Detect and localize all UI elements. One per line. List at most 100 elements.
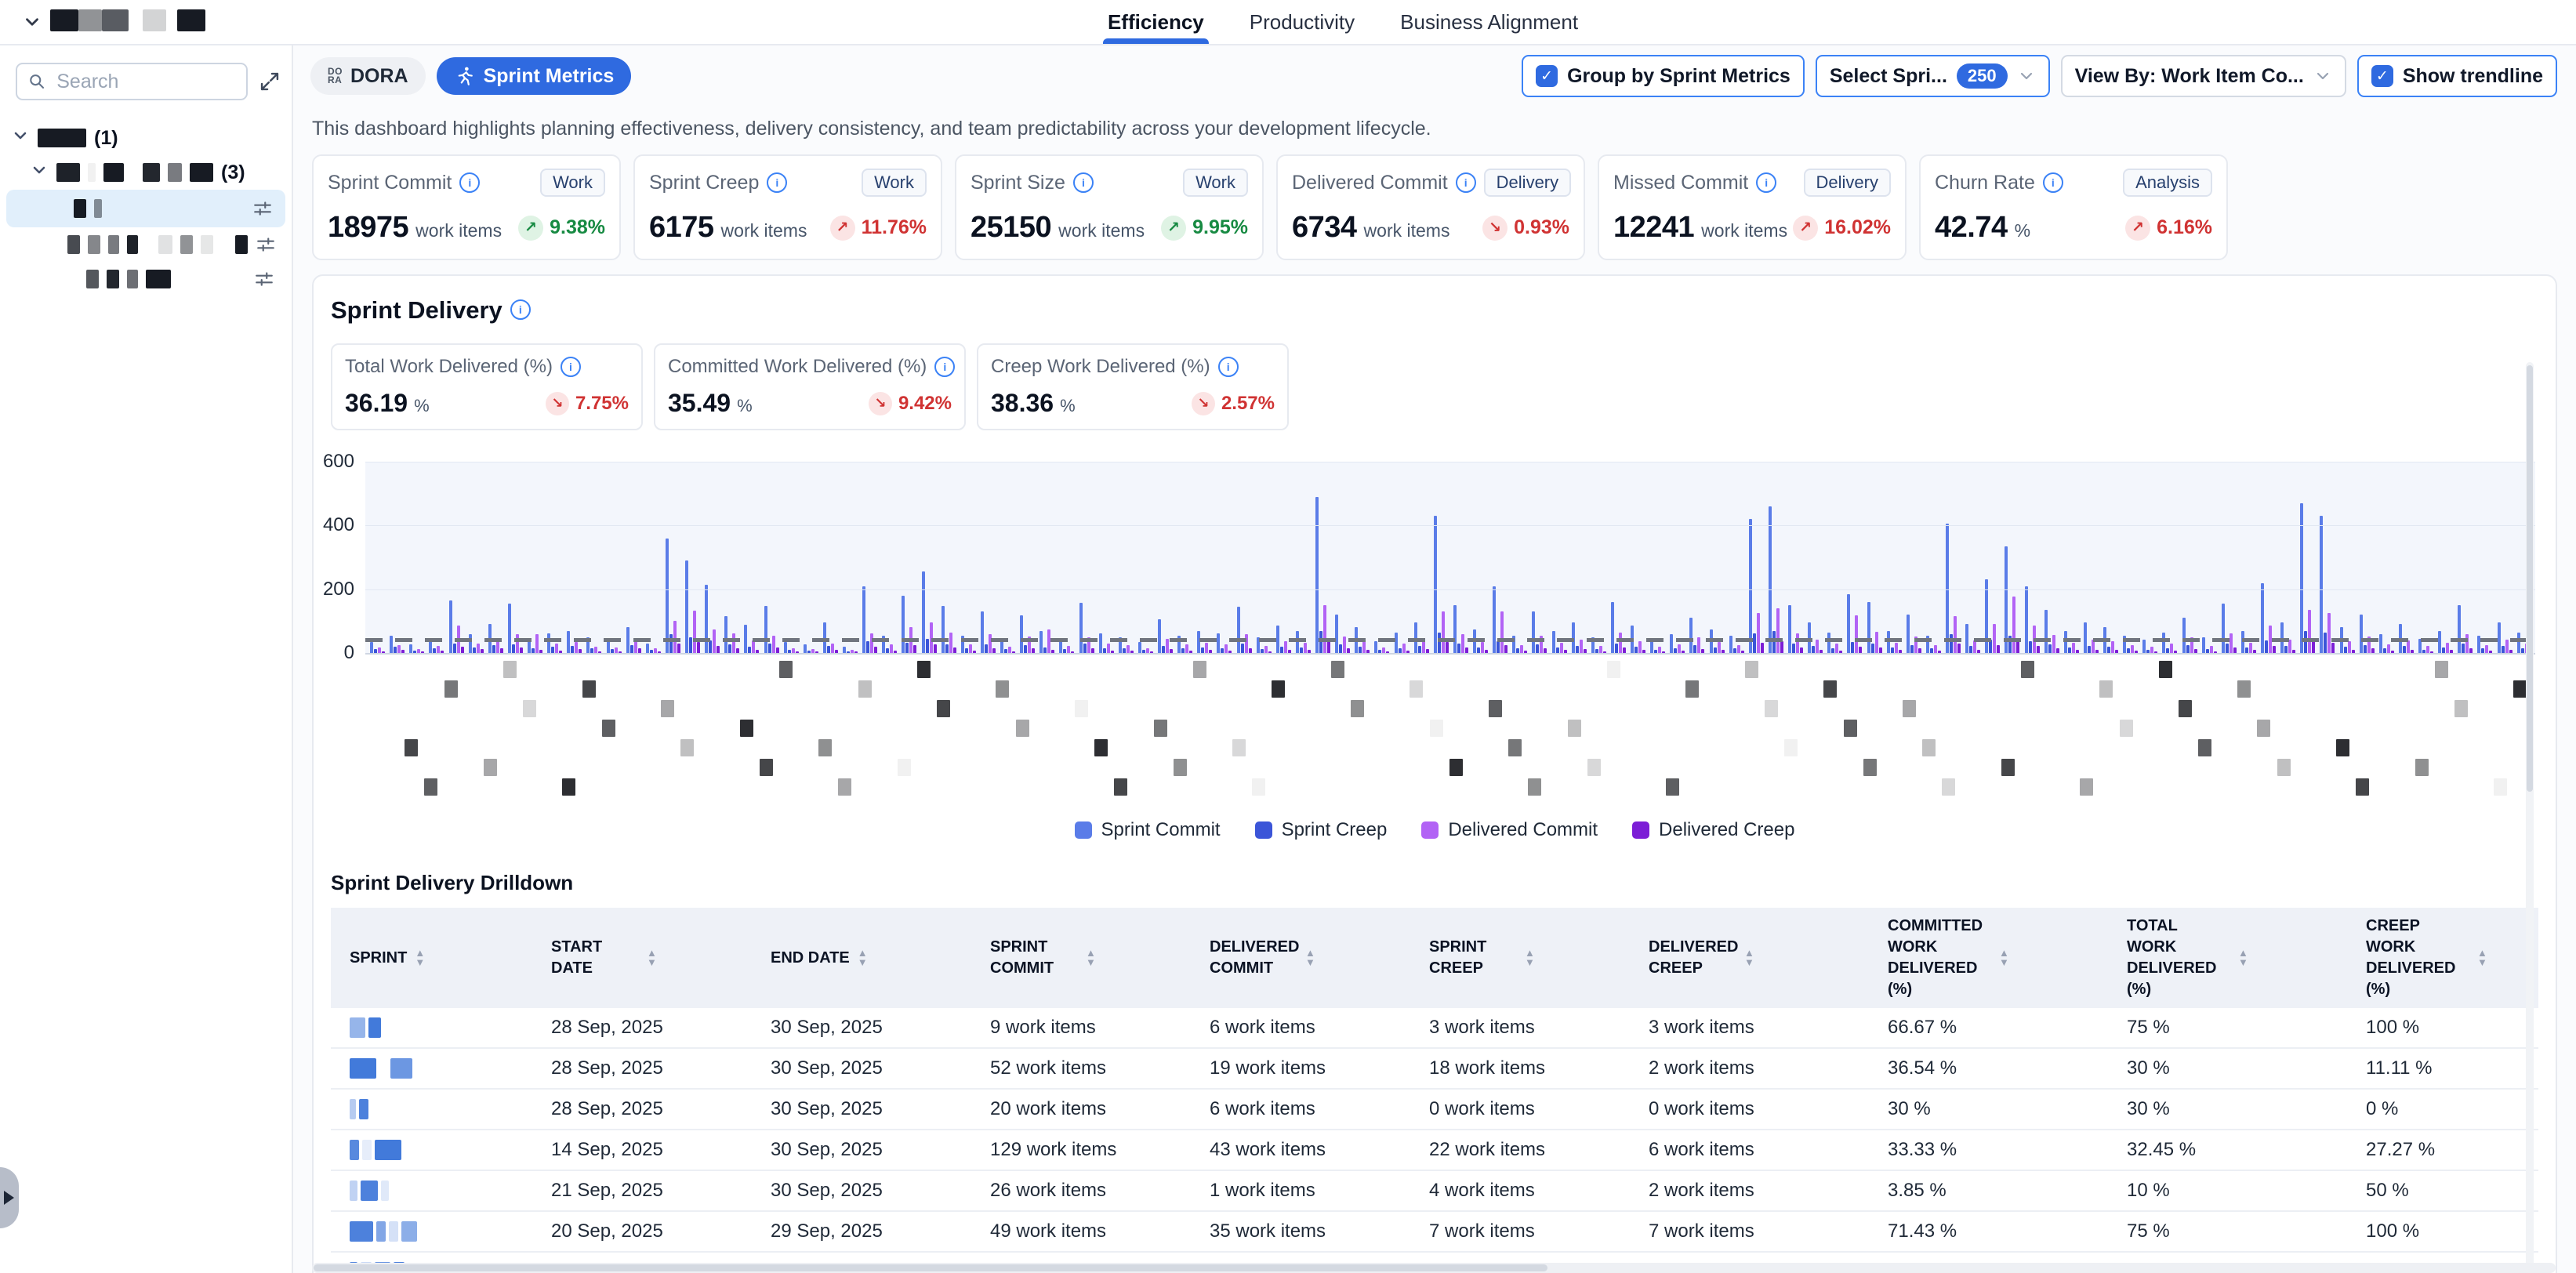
bar-group[interactable] [1434,516,1449,653]
filter-sliders-icon[interactable] [254,269,274,289]
workspace-selector[interactable] [22,0,205,44]
table-row[interactable]: 21 Sep, 202530 Sep, 202526 work items1 w… [331,1170,2538,1210]
table-vertical-scrollbar[interactable] [2526,362,2534,1273]
bar-group[interactable] [2025,586,2040,653]
bar-group[interactable] [409,644,424,653]
column-header-sprint[interactable]: SPRINT [331,940,546,977]
sprint-metrics-tab-button[interactable]: Sprint Metrics [437,57,632,95]
bar-group[interactable] [1020,615,1035,653]
bar-group[interactable] [1335,615,1350,653]
sidebar-collapse-button[interactable] [0,1167,19,1228]
bar-group[interactable] [567,631,582,653]
bar-group[interactable] [1867,602,1882,653]
sort-icon[interactable] [1744,949,1754,967]
sidebar-tree-item[interactable]: (3) [0,155,292,190]
bar-group[interactable] [1611,602,1626,653]
bar-group[interactable] [902,596,916,653]
column-header-committed-work-delivered-[interactable]: COMMITTED WORK DELIVERED (%) [1883,908,2122,1008]
column-header-sprint-commit[interactable]: SPRINT COMMIT [985,929,1205,987]
info-icon[interactable] [767,172,787,193]
bar-group[interactable] [1395,633,1410,653]
bar-group[interactable] [724,616,739,653]
bar-group[interactable] [1158,619,1173,653]
bar-group[interactable] [942,606,956,653]
info-icon[interactable] [1456,172,1476,193]
bar-group[interactable] [1138,642,1153,653]
bar-group[interactable] [2182,618,2197,653]
chevron-down-icon[interactable] [11,126,30,151]
dora-tab-button[interactable]: DORA DORA [310,57,426,95]
table-row[interactable]: 28 Sep, 202530 Sep, 202520 work items6 w… [331,1088,2538,1129]
bar-group[interactable] [1374,641,1389,653]
bar-group[interactable] [2379,634,2394,653]
bar-group[interactable] [1985,579,2000,653]
checkbox-checked-icon[interactable] [1536,65,1558,87]
bar-group[interactable] [1079,603,1094,653]
column-header-delivered-creep[interactable]: DELIVERED CREEP [1644,929,1883,987]
bar-group[interactable] [547,633,562,653]
info-icon[interactable] [934,357,955,377]
bar-group[interactable] [607,640,622,653]
bar-group[interactable] [705,585,720,653]
bar-group[interactable] [2320,516,2335,653]
info-icon[interactable] [2043,172,2063,193]
info-icon[interactable] [1218,357,1239,377]
column-header-total-work-delivered-[interactable]: TOTAL WORK DELIVERED (%) [2122,908,2361,1008]
info-icon[interactable] [1756,172,1776,193]
sidebar-tree-item[interactable]: (1) [0,121,292,155]
filter-sliders-icon[interactable] [256,234,276,255]
bar-group[interactable] [1827,633,1842,653]
horizontal-scrollbar[interactable] [312,1263,2556,1273]
column-header-end-date[interactable]: END DATE [766,940,985,977]
bar-group[interactable] [862,586,877,653]
sidebar-tree-item[interactable] [0,262,292,296]
bar-group[interactable] [469,634,484,653]
bar-group[interactable] [429,640,444,653]
sort-icon[interactable] [1999,949,2009,967]
info-icon[interactable] [561,357,581,377]
select-sprints-dropdown[interactable]: Select Spri... 250 [1816,55,2050,97]
table-row[interactable]: 28 Sep, 202530 Sep, 20259 work items6 wo… [331,1008,2538,1047]
bar-group[interactable] [370,642,385,653]
sort-icon[interactable] [2477,949,2487,967]
bar-group[interactable] [981,611,996,653]
info-icon[interactable] [1073,172,1094,193]
legend-item-delivered-creep[interactable]: Delivered Creep [1632,819,1794,841]
bar-group[interactable] [666,539,680,653]
table-row[interactable]: 20 Sep, 202529 Sep, 202549 work items35 … [331,1210,2538,1251]
bar-group[interactable] [1315,497,1330,653]
bar-group[interactable] [1946,524,1961,654]
bar-group[interactable] [1493,586,1508,653]
info-icon[interactable] [510,299,531,320]
bar-group[interactable] [1788,605,1803,653]
bar-group[interactable] [1907,615,1921,653]
table-row[interactable]: 14 Sep, 202530 Sep, 2025129 work items43… [331,1129,2538,1170]
column-header-start-date[interactable]: START DATE [546,929,766,987]
sort-icon[interactable] [1086,949,1096,967]
show-trendline-toggle[interactable]: Show trendline [2357,55,2557,97]
column-header-delivered-commit[interactable]: DELIVERED COMMIT [1205,929,1424,987]
bar-group[interactable] [1689,618,1704,653]
bar-group[interactable] [2458,605,2473,653]
bar-group[interactable] [1532,611,1547,653]
bar-group[interactable] [1769,506,1783,653]
tab-productivity[interactable]: Productivity [1250,0,1355,44]
legend-item-delivered-commit[interactable]: Delivered Commit [1421,819,1598,841]
tab-business-alignment[interactable]: Business Alignment [1400,0,1578,44]
sort-icon[interactable] [415,949,425,967]
bar-group[interactable] [2044,610,2059,653]
tab-efficiency[interactable]: Efficiency [1108,0,1204,44]
chevron-down-icon[interactable] [30,161,49,185]
legend-item-sprint-commit[interactable]: Sprint Commit [1075,819,1221,841]
view-by-dropdown[interactable]: View By: Work Item Co... [2061,55,2346,97]
bar-group[interactable] [843,647,858,653]
table-row[interactable]: 28 Sep, 202530 Sep, 202552 work items19 … [331,1047,2538,1088]
bar-group[interactable] [1670,634,1685,653]
bar-group[interactable] [1453,605,1468,653]
bar-group[interactable] [2360,615,2375,653]
search-input[interactable] [55,70,235,94]
group-by-sprint-metrics-toggle[interactable]: Group by Sprint Metrics [1522,55,1805,97]
bar-group[interactable] [646,644,661,653]
bar-group[interactable] [508,604,523,653]
expand-icon[interactable] [259,71,281,92]
